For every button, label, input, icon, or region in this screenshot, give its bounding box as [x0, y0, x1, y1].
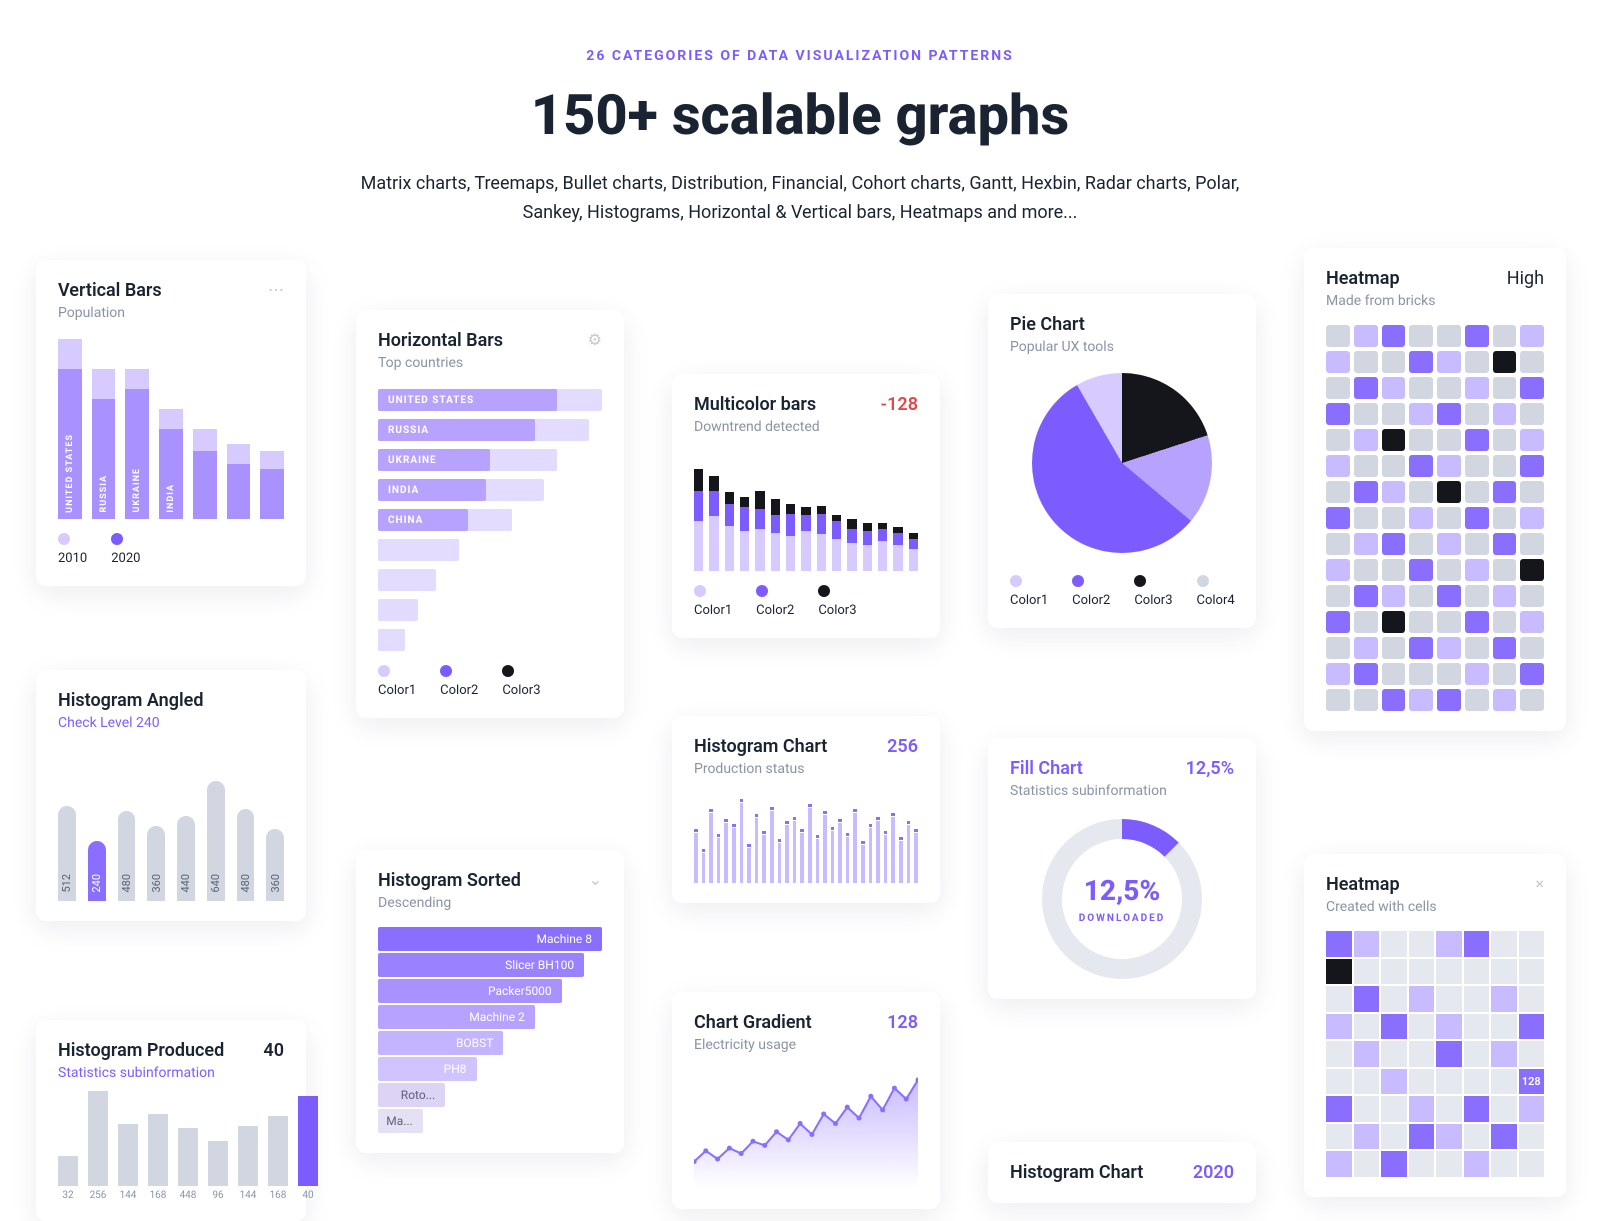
card-fill-chart: Fill Chart Statistics subinformation 12,… — [988, 738, 1256, 999]
card-chart-gradient: Chart Gradient Electricity usage 128 — [672, 992, 940, 1209]
card-horizontal-bars: Horizontal Bars Top countries ⚙ UNITED S… — [356, 310, 624, 718]
fill-chart-plot: 12,5% DOWNLOADED — [1010, 819, 1234, 979]
card-subtitle: Electricity usage — [694, 1037, 812, 1053]
gear-icon[interactable]: ⚙ — [588, 330, 602, 349]
card-histogram-produced: Histogram Produced 40 Statistics subinfo… — [36, 1020, 306, 1221]
legend: 20102020 — [58, 533, 284, 566]
chevron-down-icon[interactable]: ⌄ — [589, 870, 602, 889]
card-title: Fill Chart — [1010, 758, 1167, 779]
card-subtitle: Created with cells — [1326, 899, 1544, 915]
card-subtitle: Top countries — [378, 355, 503, 371]
page-subtitle: Matrix charts, Treemaps, Bullet charts, … — [360, 170, 1240, 228]
card-value: High — [1507, 268, 1544, 289]
card-value: 2020 — [1193, 1162, 1234, 1183]
card-title: Histogram Chart — [694, 736, 827, 757]
legend: Color1Color2Color3 — [694, 585, 918, 618]
card-histogram-angled: Histogram Angled Check Level 240 5122404… — [36, 670, 306, 921]
gradient-chart-plot — [694, 1069, 918, 1189]
card-title: Histogram Sorted — [378, 870, 521, 891]
card-title: Histogram Produced — [58, 1040, 224, 1061]
card-heatmap-bricks: Heatmap High Made from bricks — [1304, 248, 1566, 731]
card-value: 40 — [263, 1040, 284, 1061]
card-value: -128 — [881, 394, 918, 415]
card-title: Heatmap — [1326, 268, 1400, 289]
card-subtitle: Population — [58, 305, 162, 321]
heatmap-cells-plot: 128 — [1326, 931, 1544, 1177]
card-histogram-sorted: Histogram Sorted Descending ⌄ Machine 8S… — [356, 850, 624, 1153]
card-histogram-chart: Histogram Chart Production status 256 — [672, 716, 940, 903]
histogram-sorted-plot: Machine 8Slicer BH100Packer5000Machine 2… — [378, 927, 602, 1133]
ring-label: DOWNLOADED — [1079, 913, 1165, 924]
card-title: Pie Chart — [1010, 314, 1234, 335]
heatmap-bricks-plot — [1326, 325, 1544, 711]
card-value: 12,5% — [1186, 758, 1234, 779]
horizontal-bars-plot: UNITED STATESRUSSIAUKRAINEINDIACHINA — [378, 389, 602, 651]
multicolor-bars-plot — [694, 451, 918, 571]
legend: Color1Color2Color3Color4 — [1010, 575, 1234, 608]
card-histogram-chart-2: Histogram Chart 2020 — [988, 1142, 1256, 1203]
card-title: Horizontal Bars — [378, 330, 503, 351]
card-title: Multicolor bars — [694, 394, 820, 415]
legend: Color1Color2Color3 — [378, 665, 602, 698]
card-subtitle: Made from bricks — [1326, 293, 1544, 309]
card-title: Histogram Chart — [1010, 1162, 1143, 1183]
card-title: Heatmap — [1326, 874, 1400, 895]
card-subtitle: Statistics subinformation — [58, 1065, 284, 1081]
card-title: Chart Gradient — [694, 1012, 812, 1033]
card-title: Vertical Bars — [58, 280, 162, 301]
more-icon[interactable]: ⋯ — [268, 280, 284, 299]
card-multicolor-bars: Multicolor bars Downtrend detected -128 … — [672, 374, 940, 638]
card-subtitle: Descending — [378, 895, 521, 911]
card-value: 128 — [887, 1012, 918, 1033]
eyebrow-text: 26 CATEGORIES OF DATA VISUALIZATION PATT… — [0, 48, 1600, 64]
card-subtitle: Check Level 240 — [58, 715, 284, 731]
close-icon[interactable]: × — [1535, 874, 1544, 893]
vertical-bars-plot: UNITED STATESRUSSIAUKRAINEINDIA — [58, 339, 284, 519]
card-pie-chart: Pie Chart Popular UX tools Color1Color2C… — [988, 294, 1256, 628]
card-subtitle: Downtrend detected — [694, 419, 820, 435]
card-heatmap-cells: Heatmap × Created with cells 128 — [1304, 854, 1566, 1197]
pie-chart-plot — [1032, 373, 1212, 553]
card-title: Histogram Angled — [58, 690, 284, 711]
card-value: 256 — [887, 736, 918, 757]
card-vertical-bars: Vertical Bars Population ⋯ UNITED STATES… — [36, 260, 306, 586]
card-subtitle: Popular UX tools — [1010, 339, 1234, 355]
histogram-chart-plot — [694, 793, 918, 883]
card-subtitle: Statistics subinformation — [1010, 783, 1167, 799]
histogram-produced-plot: 322561441684489614416840 — [58, 1101, 284, 1201]
ring-value: 12,5% — [1084, 874, 1160, 907]
page-title: 150+ scalable graphs — [0, 82, 1600, 148]
card-subtitle: Production status — [694, 761, 827, 777]
histogram-angled-plot: 512240480360440640480360 — [58, 751, 284, 901]
